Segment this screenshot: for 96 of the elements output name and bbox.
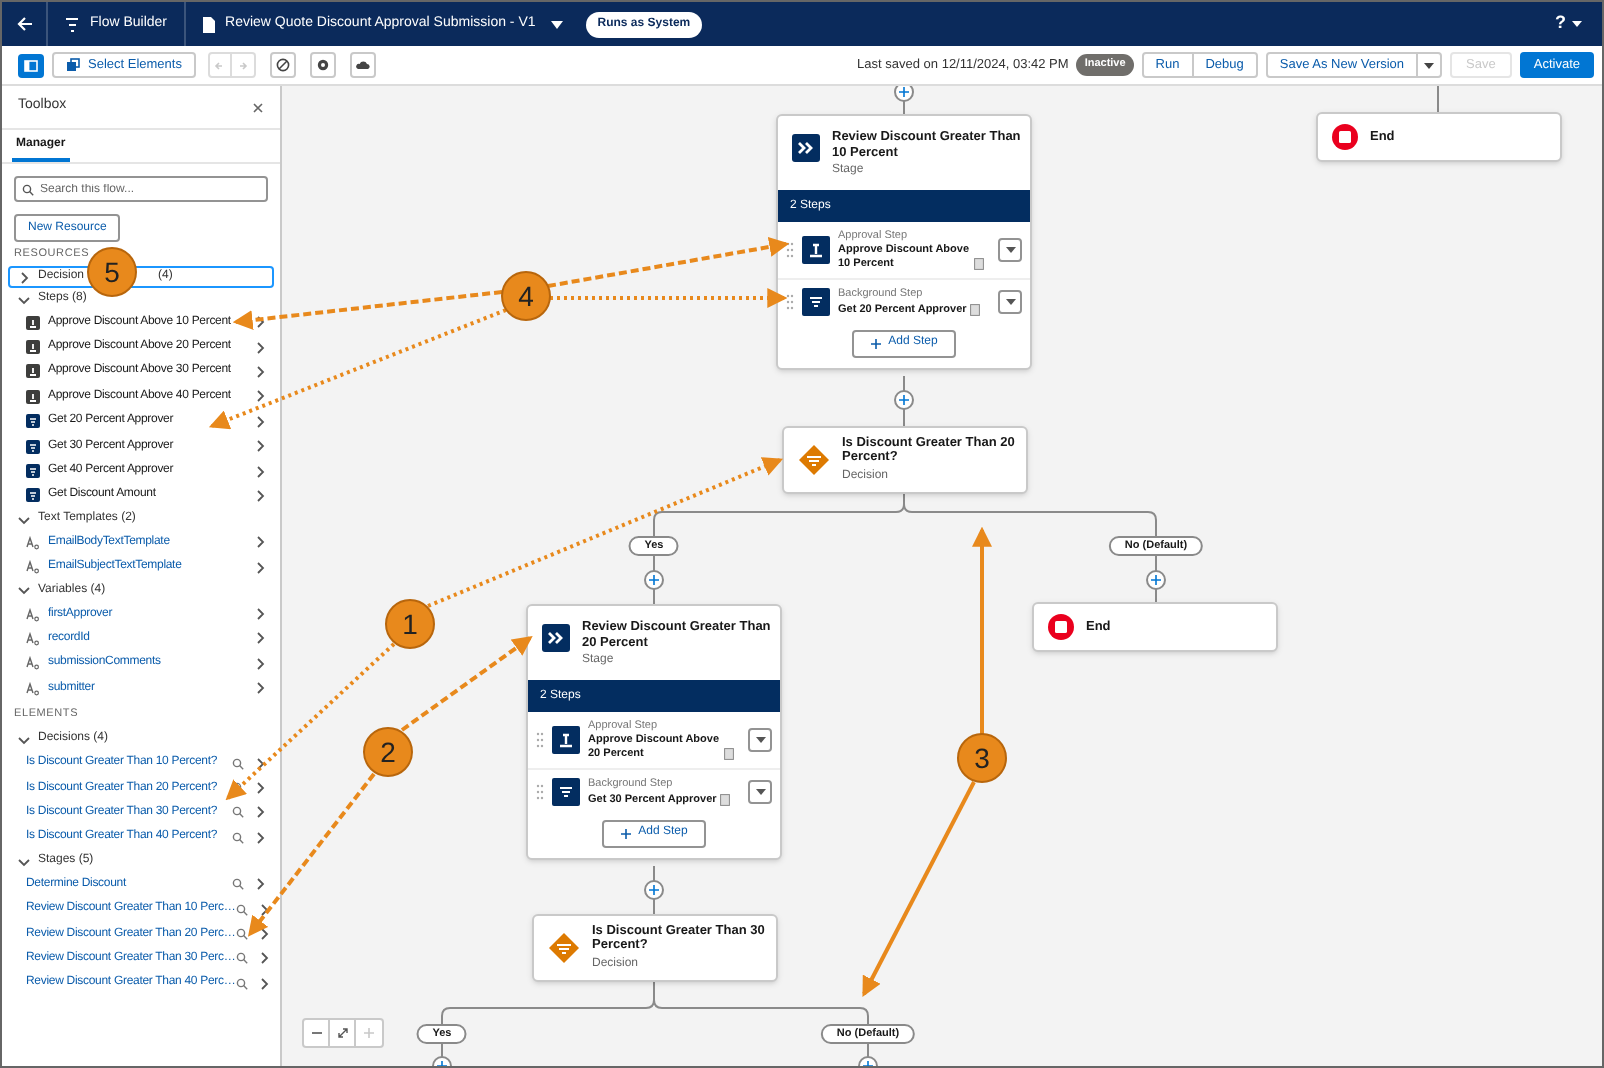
block-icon [275, 58, 290, 72]
caret-icon [1572, 20, 1582, 28]
search-icon [232, 878, 244, 891]
undo-icon [212, 59, 227, 71]
drag-handle-icon[interactable] [786, 242, 794, 259]
diamond-icon [548, 932, 580, 964]
search-icon [22, 183, 34, 195]
step-menu-button[interactable] [748, 779, 772, 804]
expand-icon [335, 1026, 349, 1040]
toolbar-button[interactable] [349, 52, 376, 78]
document-icon [974, 258, 984, 271]
select-icon [66, 58, 80, 72]
redo-icon [235, 59, 250, 71]
caret-icon [1005, 246, 1015, 255]
text-variable-icon [26, 607, 40, 622]
close-icon [252, 101, 264, 113]
callout-arrow [400, 636, 533, 732]
text-variable-icon [26, 656, 40, 671]
search-icon [235, 952, 248, 965]
plus-icon [648, 574, 660, 586]
chevron-down-icon [16, 511, 32, 528]
back-arrow-icon [15, 16, 33, 32]
toolbar-button[interactable] [269, 52, 296, 78]
step-icon [26, 439, 40, 454]
callout-badge: 1 [385, 599, 435, 649]
close-button[interactable] [252, 101, 264, 113]
step-menu-button[interactable] [998, 238, 1022, 263]
plus-icon [648, 884, 660, 896]
search-icon [232, 831, 244, 844]
document-icon [201, 15, 216, 33]
chevrons-icon [542, 624, 570, 652]
step-menu-button[interactable] [748, 728, 772, 753]
add-element-button[interactable] [1146, 570, 1166, 590]
search-icon [232, 806, 244, 819]
caret-icon [1005, 297, 1015, 306]
cloud-icon [355, 58, 370, 72]
callout-badge: 5 [87, 247, 137, 297]
stamp-icon [802, 236, 830, 265]
callout-badge: 4 [501, 271, 551, 321]
panel-icon [24, 59, 38, 71]
plus-icon [1150, 574, 1162, 586]
caret-icon [549, 19, 564, 29]
text-variable-icon [26, 560, 40, 575]
stamp-icon [26, 340, 40, 355]
document-icon [970, 303, 981, 315]
caret-icon [755, 736, 765, 745]
plus-icon [870, 337, 883, 349]
minus-icon [309, 1026, 323, 1040]
step-menu-button[interactable] [998, 289, 1022, 314]
chevron-down-icon [16, 291, 32, 307]
document-icon [724, 748, 734, 761]
step-icon [26, 414, 40, 429]
step-icon [552, 777, 580, 806]
plus-icon [898, 86, 910, 98]
panel-toggle-button[interactable] [18, 53, 44, 77]
add-element-button[interactable] [894, 390, 914, 410]
gear-icon [315, 58, 330, 72]
drag-handle-icon[interactable] [786, 293, 794, 310]
add-element-button[interactable] [644, 570, 664, 590]
text-variable-icon [26, 631, 40, 646]
text-variable-icon [26, 535, 40, 550]
step-icon [26, 488, 40, 503]
plus-icon [898, 394, 910, 406]
caret-icon [1424, 61, 1435, 69]
document-icon [720, 793, 731, 805]
chevron-down-icon [16, 853, 32, 870]
chevron-right-icon [16, 269, 32, 285]
search-icon [235, 977, 248, 990]
chevron-down-icon [16, 582, 32, 599]
plus-icon [620, 827, 633, 839]
callout-badge: 3 [957, 733, 1007, 783]
chevron-down-icon [16, 731, 32, 748]
flow-icon [64, 15, 80, 33]
connector-line [1437, 86, 1439, 113]
stamp-icon [552, 726, 580, 755]
callout-badge: 2 [363, 727, 413, 777]
stamp-icon [26, 315, 40, 330]
help-label: ? [1555, 10, 1566, 37]
stop-icon [1332, 124, 1358, 150]
text-variable-icon [26, 681, 40, 696]
step-icon [26, 464, 40, 479]
search-icon [232, 757, 244, 770]
stamp-icon [26, 364, 40, 379]
step-icon [802, 287, 830, 316]
menu-dropdown-button[interactable] [1418, 52, 1443, 78]
caret-icon [755, 787, 765, 796]
search-icon [235, 903, 248, 916]
search-icon [235, 928, 248, 940]
stop-icon [1048, 614, 1074, 640]
add-element-button[interactable] [644, 880, 664, 900]
diamond-icon [798, 444, 830, 476]
add-element-button[interactable] [894, 86, 914, 102]
toolbar-button[interactable] [309, 52, 336, 78]
chevrons-icon [792, 134, 820, 162]
plus-icon [362, 1026, 376, 1040]
stamp-icon [26, 389, 40, 404]
